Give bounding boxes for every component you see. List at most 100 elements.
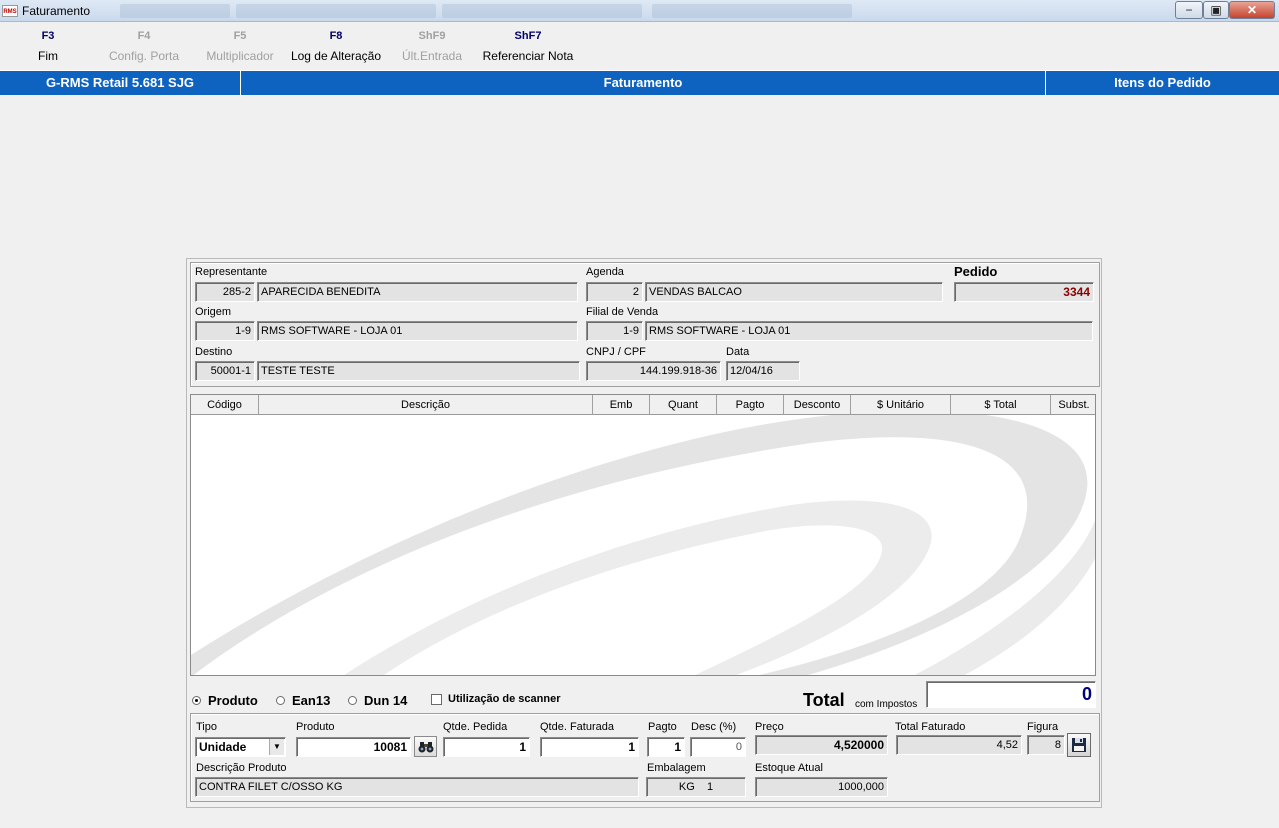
col-codigo[interactable]: Código <box>191 395 259 415</box>
background-tab-4 <box>652 4 852 18</box>
fkey-code: ShF7 <box>514 30 542 42</box>
filial-code-field[interactable]: 1-9 <box>586 321 643 341</box>
scanner-checkbox[interactable] <box>431 694 442 705</box>
embalagem-field[interactable]: KG 1 <box>646 777 746 797</box>
radio-dun14[interactable] <box>348 696 357 705</box>
pagto-input[interactable]: 1 <box>647 737 685 757</box>
items-grid[interactable]: Código Descrição Emb Quant Pagto Descont… <box>190 394 1096 676</box>
grid-header: Código Descrição Emb Quant Pagto Descont… <box>191 395 1095 415</box>
radio-produto-label[interactable]: Produto <box>208 693 258 708</box>
scanner-label[interactable]: Utilização de scanner <box>448 693 561 705</box>
info-bar: G-RMS Retail 5.681 SJG Faturamento Itens… <box>0 70 1279 95</box>
total-faturado-field[interactable]: 4,52 <box>896 735 1022 755</box>
background-tab-2 <box>236 4 436 18</box>
fkey-code: ShF9 <box>418 30 446 42</box>
total-faturado-label: Total Faturado <box>895 721 966 733</box>
save-button[interactable] <box>1067 733 1091 757</box>
estoque-label: Estoque Atual <box>755 762 823 774</box>
origem-code-field[interactable]: 1-9 <box>195 321 255 341</box>
data-label: Data <box>726 346 750 358</box>
destino-name-field[interactable]: TESTE TESTE <box>257 361 580 381</box>
window-title: Faturamento <box>22 4 91 18</box>
floppy-disk-icon <box>1072 738 1086 752</box>
app-version: G-RMS Retail 5.681 SJG <box>0 71 241 95</box>
col-total[interactable]: $ Total <box>951 395 1051 415</box>
background-tab-1 <box>120 4 230 18</box>
col-pagto[interactable]: Pagto <box>717 395 784 415</box>
fkey-log-alteracao[interactable]: F8 Log de Alteração <box>280 30 392 63</box>
fkey-referenciar-nota[interactable]: ShF7 Referenciar Nota <box>472 30 584 63</box>
produto-input[interactable]: 10081 <box>296 737 411 757</box>
col-desconto[interactable]: Desconto <box>784 395 851 415</box>
col-unitario[interactable]: $ Unitário <box>851 395 951 415</box>
representante-name-field[interactable]: APARECIDA BENEDITA <box>257 282 578 302</box>
binoculars-icon <box>418 742 433 753</box>
section-title: Itens do Pedido <box>1114 75 1211 90</box>
search-button[interactable] <box>414 736 437 757</box>
descricao-produto-label: Descrição Produto <box>196 762 287 774</box>
title-bar[interactable]: RMS Faturamento − ▣ ✕ <box>0 0 1279 22</box>
fkey-multiplicador[interactable]: F5 Multiplicador <box>190 30 290 63</box>
fkey-label: Config. Porta <box>108 49 180 63</box>
figura-field[interactable]: 8 <box>1027 735 1065 755</box>
fkey-config-porta[interactable]: F4 Config. Porta <box>94 30 194 63</box>
fkey-label: Fim <box>38 49 58 63</box>
cnpj-label: CNPJ / CPF <box>586 346 646 358</box>
fkey-ult-entrada[interactable]: ShF9 Últ.Entrada <box>382 30 482 63</box>
descricao-produto-field[interactable]: CONTRA FILET C/OSSO KG <box>195 777 639 797</box>
fkey-code: F5 <box>233 30 247 42</box>
destino-label: Destino <box>195 346 233 358</box>
tipo-select-value: Unidade <box>199 740 247 754</box>
radio-ean13[interactable] <box>276 696 285 705</box>
radio-ean13-label[interactable]: Ean13 <box>292 693 330 708</box>
representante-code-field[interactable]: 285-2 <box>195 282 255 302</box>
preco-field[interactable]: 4,520000 <box>755 735 888 755</box>
filial-name-field[interactable]: RMS SOFTWARE - LOJA 01 <box>645 321 1093 341</box>
tipo-select[interactable]: Unidade ▼ <box>195 737 286 757</box>
data-field[interactable]: 12/04/16 <box>726 361 800 381</box>
pagto-label: Pagto <box>648 721 677 733</box>
agenda-code-field[interactable]: 2 <box>586 282 643 302</box>
estoque-field[interactable]: 1000,000 <box>755 777 888 797</box>
agenda-label: Agenda <box>586 266 624 278</box>
qtde-faturada-label: Qtde. Faturada <box>540 721 614 733</box>
fkey-fim[interactable]: F3 Fim <box>0 30 98 63</box>
qtde-faturada-input[interactable]: 1 <box>540 737 639 757</box>
embalagem-label: Embalagem <box>647 762 706 774</box>
fkey-label: Últ.Entrada <box>401 49 463 63</box>
agenda-name-field[interactable]: VENDAS BALCAO <box>645 282 943 302</box>
cnpj-field[interactable]: 144.199.918-36 <box>586 361 721 381</box>
restore-button[interactable]: ▣ <box>1203 1 1229 19</box>
qtde-pedida-input[interactable]: 1 <box>443 737 530 757</box>
produto-label: Produto <box>296 721 335 733</box>
col-descricao[interactable]: Descrição <box>259 395 593 415</box>
col-quant[interactable]: Quant <box>650 395 717 415</box>
fkey-code: F4 <box>137 30 151 42</box>
close-button[interactable]: ✕ <box>1229 1 1275 19</box>
radio-produto[interactable] <box>192 696 201 705</box>
origem-label: Origem <box>195 306 232 318</box>
figura-label: Figura <box>1027 721 1059 733</box>
minimize-button[interactable]: − <box>1175 1 1203 19</box>
fkey-label: Log de Alteração <box>290 49 382 63</box>
col-emb[interactable]: Emb <box>593 395 650 415</box>
destino-code-field[interactable]: 50001-1 <box>195 361 255 381</box>
qtde-pedida-label: Qtde. Pedida <box>443 721 508 733</box>
radio-dun14-label[interactable]: Dun 14 <box>364 693 407 708</box>
fkey-label: Multiplicador <box>206 49 274 63</box>
col-subst[interactable]: Subst. <box>1051 395 1095 415</box>
desc-input[interactable]: 0 <box>690 737 746 757</box>
tipo-label: Tipo <box>196 721 217 733</box>
pedido-label: Pedido <box>954 264 998 279</box>
fkey-label: Referenciar Nota <box>482 49 574 63</box>
watermark-swoosh <box>191 415 1095 675</box>
chevron-down-icon[interactable]: ▼ <box>269 739 284 755</box>
desc-label: Desc (%) <box>691 721 737 733</box>
total-sublabel: com Impostos <box>855 699 918 710</box>
background-tab-3 <box>442 4 642 18</box>
total-value-field[interactable]: 0 <box>926 681 1096 708</box>
app-icon: RMS <box>2 5 18 17</box>
origem-name-field[interactable]: RMS SOFTWARE - LOJA 01 <box>257 321 578 341</box>
pedido-number-field[interactable]: 3344 <box>954 282 1094 302</box>
filial-label: Filial de Venda <box>586 306 659 318</box>
